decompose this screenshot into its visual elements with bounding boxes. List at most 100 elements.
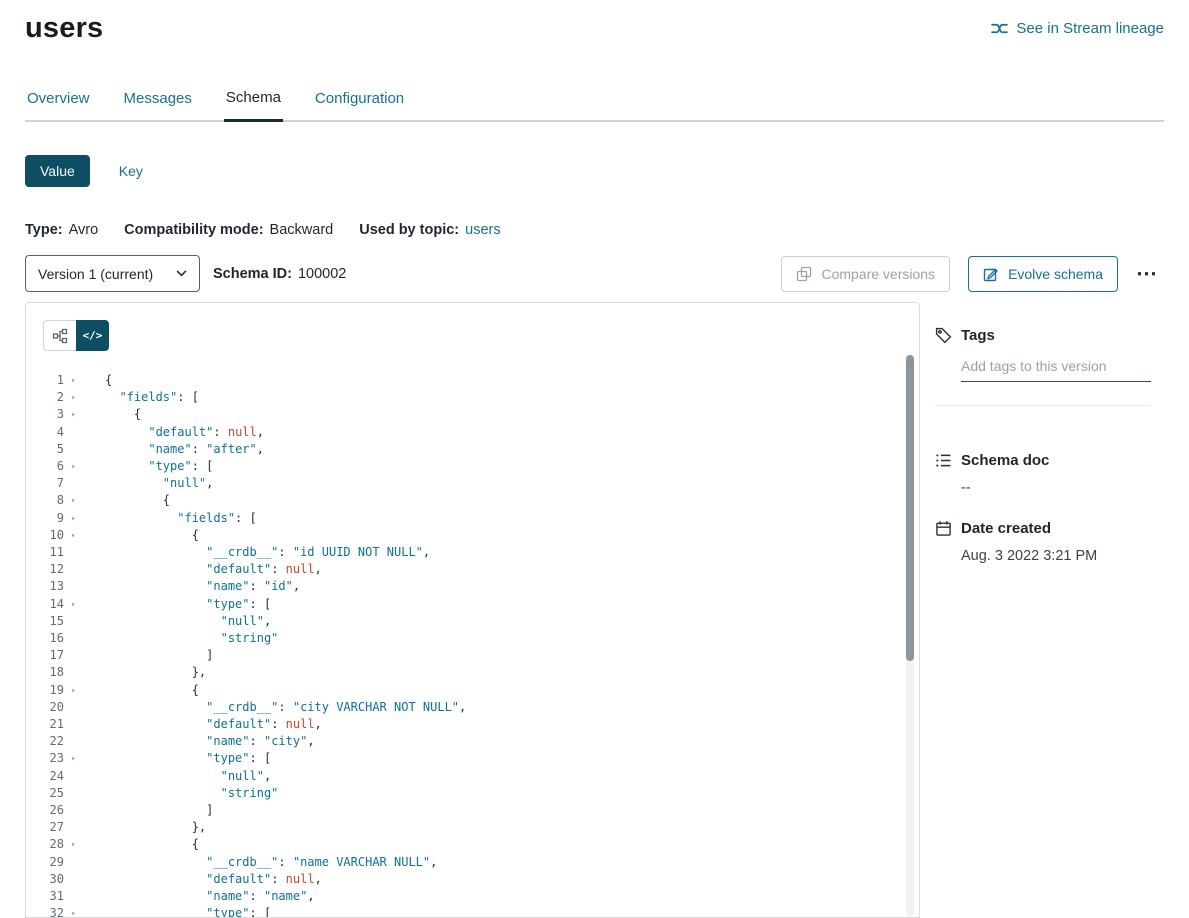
code-line: 27 }, <box>26 819 919 836</box>
line-number: 19 <box>26 682 64 699</box>
tab-overview[interactable]: Overview <box>25 89 92 120</box>
schema-doc-title: Schema doc <box>961 452 1049 469</box>
key-toggle-button[interactable]: Key <box>104 155 158 187</box>
code-line: 11 "__crdb__": "id UUID NOT NULL", <box>26 544 919 561</box>
fold-spacer <box>64 785 82 802</box>
more-options-button[interactable]: ⋯ <box>1130 268 1164 280</box>
code-line-text: ] <box>82 647 213 664</box>
schema-meta-row: Type:Avro Compatibility mode:Backward Us… <box>25 222 1164 238</box>
line-number: 31 <box>26 888 64 905</box>
code-line: 23▾ "type": [ <box>26 750 919 767</box>
code-line: 18 }, <box>26 664 919 681</box>
code-line-text: { <box>82 406 141 423</box>
fold-toggle-icon[interactable]: ▾ <box>64 527 82 544</box>
stream-lineage-link[interactable]: See in Stream lineage <box>991 20 1164 37</box>
fold-toggle-icon[interactable]: ▾ <box>64 596 82 613</box>
code-line-text: "name": "city", <box>82 733 315 750</box>
line-number: 15 <box>26 613 64 630</box>
topic-link[interactable]: users <box>465 222 500 238</box>
code-line: 17 ] <box>26 647 919 664</box>
code-line: 26 ] <box>26 802 919 819</box>
schema-doc-section: Schema doc -- <box>935 452 1164 496</box>
code-line: 19▾ { <box>26 682 919 699</box>
line-number: 32 <box>26 905 64 918</box>
code-line-text: }, <box>82 819 206 836</box>
fold-spacer <box>64 871 82 888</box>
code-line: 14▾ "type": [ <box>26 596 919 613</box>
code-line-text: "type": [ <box>82 750 271 767</box>
tab-schema[interactable]: Schema <box>224 89 283 122</box>
line-number: 21 <box>26 716 64 733</box>
line-number: 13 <box>26 578 64 595</box>
tag-icon <box>935 327 952 344</box>
code-line: 20 "__crdb__": "city VARCHAR NOT NULL", <box>26 699 919 716</box>
tree-view-button[interactable] <box>43 320 76 351</box>
code-line-text: "__crdb__": "id UUID NOT NULL", <box>82 544 430 561</box>
line-number: 20 <box>26 699 64 716</box>
page-header: users See in Stream lineage <box>25 12 1164 45</box>
fold-spacer <box>64 441 82 458</box>
code-line: 7 "null", <box>26 475 919 492</box>
code-line: 13 "name": "id", <box>26 578 919 595</box>
topic-label: Used by topic: <box>359 222 459 238</box>
code-line-text: "null", <box>82 613 271 630</box>
version-select[interactable]: Version 1 (current) <box>25 255 200 292</box>
add-tags-input[interactable] <box>961 358 1151 382</box>
code-line: 30 "default": null, <box>26 871 919 888</box>
evolve-schema-icon <box>983 266 999 282</box>
line-number: 27 <box>26 819 64 836</box>
line-number: 28 <box>26 836 64 853</box>
line-number: 16 <box>26 630 64 647</box>
fold-toggle-icon[interactable]: ▾ <box>64 458 82 475</box>
fold-toggle-icon[interactable]: ▾ <box>64 836 82 853</box>
tags-header: Tags <box>935 327 1164 344</box>
evolve-schema-button[interactable]: Evolve schema <box>968 256 1118 292</box>
code-line-text: "name": "id", <box>82 578 300 595</box>
fold-toggle-icon[interactable]: ▾ <box>64 389 82 406</box>
fold-toggle-icon[interactable]: ▾ <box>64 372 82 389</box>
version-select-value: Version 1 (current) <box>38 266 153 282</box>
code-view-button[interactable]: </> <box>76 320 109 351</box>
fold-spacer <box>64 664 82 681</box>
fold-spacer <box>64 544 82 561</box>
tags-title: Tags <box>961 327 995 344</box>
code-line-text: "fields": [ <box>82 510 257 527</box>
fold-spacer <box>64 888 82 905</box>
editor-scrollbar-track[interactable] <box>906 355 914 917</box>
tab-configuration[interactable]: Configuration <box>313 89 406 120</box>
fold-spacer <box>64 561 82 578</box>
fold-spacer <box>64 475 82 492</box>
code-line: 25 "string" <box>26 785 919 802</box>
editor-scrollbar-thumb[interactable] <box>906 355 914 661</box>
fold-toggle-icon[interactable]: ▾ <box>64 492 82 509</box>
line-number: 30 <box>26 871 64 888</box>
code-line: 29 "__crdb__": "name VARCHAR NULL", <box>26 854 919 871</box>
fold-spacer <box>64 630 82 647</box>
code-line-text: "null", <box>82 768 271 785</box>
code-line-text: "default": null, <box>82 716 322 733</box>
value-toggle-button[interactable]: Value <box>25 155 90 187</box>
fold-toggle-icon[interactable]: ▾ <box>64 406 82 423</box>
line-number: 25 <box>26 785 64 802</box>
used-by-topic: Used by topic: users <box>359 222 500 238</box>
fold-toggle-icon[interactable]: ▾ <box>64 905 82 918</box>
code-line-text: "default": null, <box>82 424 264 441</box>
date-created-value: Aug. 3 2022 3:21 PM <box>961 548 1164 564</box>
compatibility-value: Backward <box>270 222 334 238</box>
compare-versions-button[interactable]: Compare versions <box>781 256 950 292</box>
editor-view-toggle: </> <box>43 320 109 351</box>
schema-sidebar: Tags Schema doc <box>920 302 1164 918</box>
value-key-toggle: Value Key <box>25 155 1164 187</box>
line-number: 22 <box>26 733 64 750</box>
fold-toggle-icon[interactable]: ▾ <box>64 750 82 767</box>
line-number: 8 <box>26 492 64 509</box>
code-line-text: "name": "name", <box>82 888 315 905</box>
calendar-icon <box>935 520 952 537</box>
code-line: 12 "default": null, <box>26 561 919 578</box>
fold-toggle-icon[interactable]: ▾ <box>64 682 82 699</box>
tab-messages[interactable]: Messages <box>122 89 194 120</box>
fold-toggle-icon[interactable]: ▾ <box>64 510 82 527</box>
code-line-text: { <box>82 492 170 509</box>
code-line-text: "__crdb__": "city VARCHAR NOT NULL", <box>82 699 466 716</box>
page-title: users <box>25 12 103 45</box>
